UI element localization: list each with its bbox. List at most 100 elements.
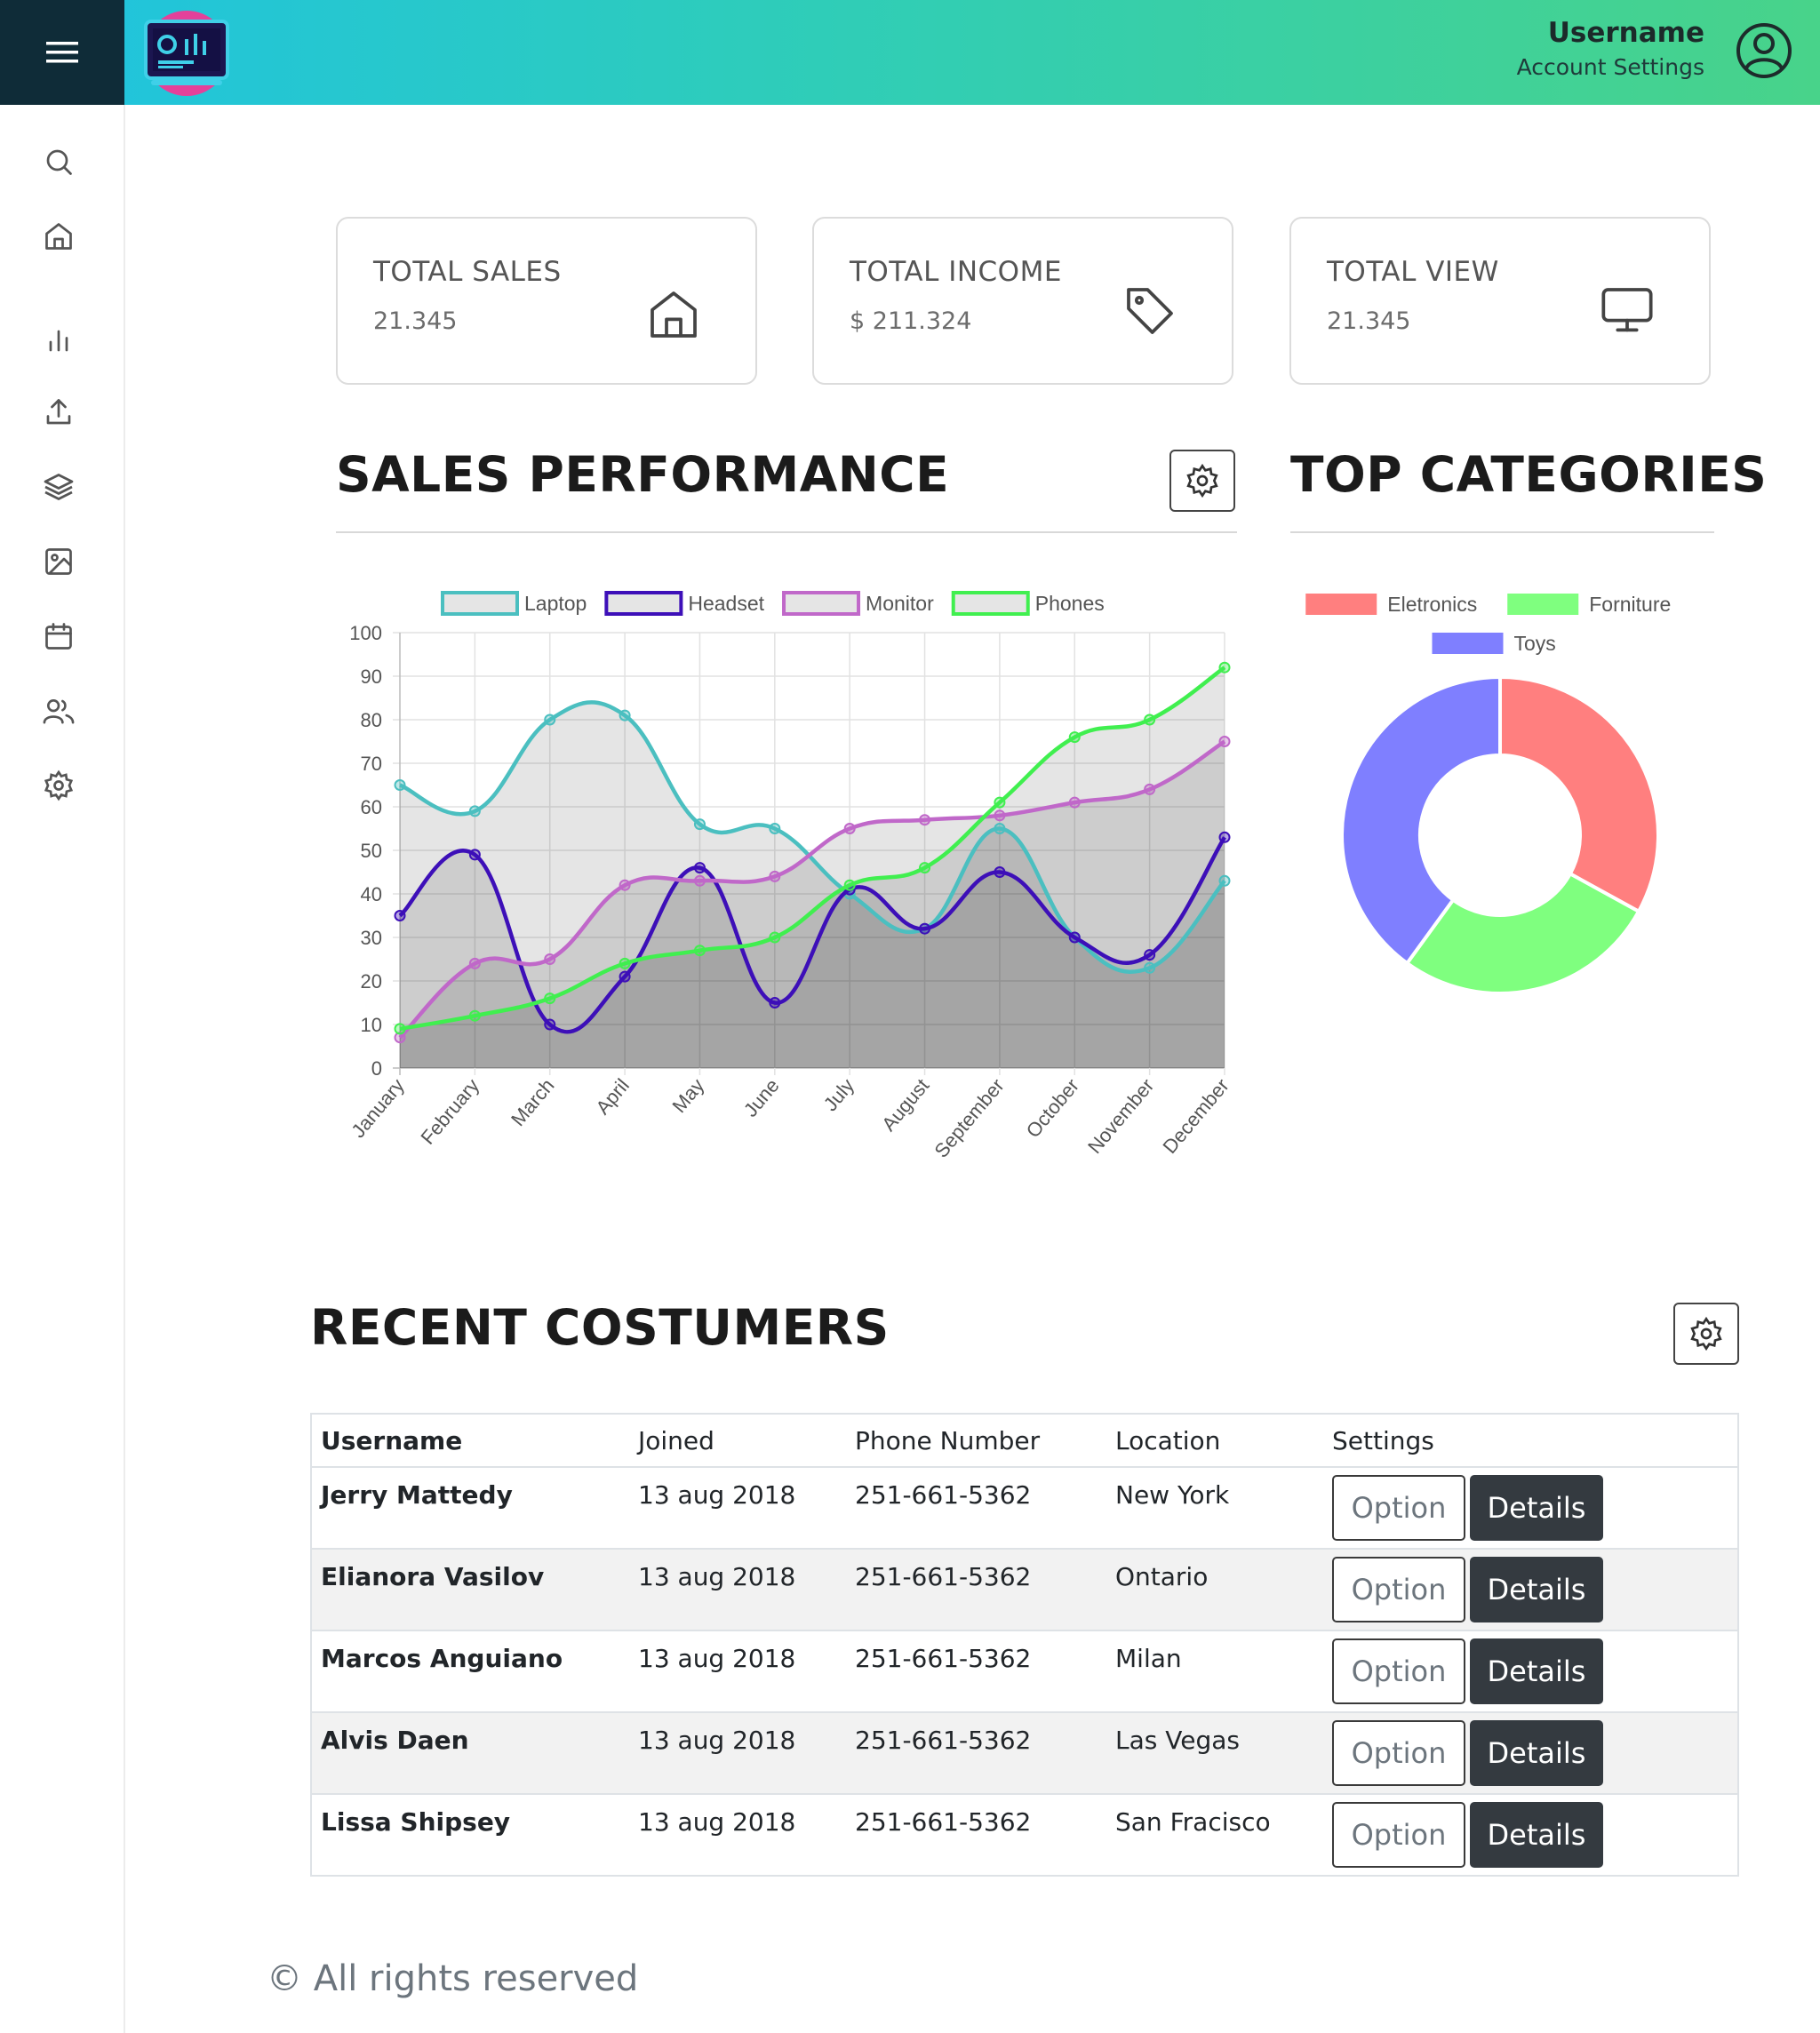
total-sales-card: TOTAL SALES 21.345 [336,217,757,385]
option-button[interactable]: Option [1332,1475,1465,1541]
column-header-phone: Phone Number [846,1414,1106,1468]
data-point [769,823,781,834]
data-point [843,879,856,891]
data-point [994,823,1006,834]
customer-phone: 251-661-5362 [846,1630,1106,1712]
customers-settings-button[interactable] [1673,1303,1739,1365]
data-point [693,874,706,887]
data-point [994,809,1006,822]
customer-name: Jerry Mattedy [311,1466,629,1549]
option-button[interactable]: Option [1332,1720,1465,1786]
calendar-icon[interactable] [39,617,78,656]
sidebar [0,105,125,2033]
x-tick-label: October [1022,1074,1083,1142]
top-bar: Username Account Settings [0,0,1820,105]
data-point [693,818,706,831]
card-value: 21.345 [373,307,458,335]
x-tick-label: September [930,1074,1008,1162]
legend-item-laptop: Laptop [441,591,587,616]
dashboard-logo[interactable] [142,9,231,98]
details-button[interactable]: Details [1470,1802,1603,1868]
search-icon[interactable] [39,142,78,181]
data-point [919,814,931,826]
top-categories-title: TOP CATEGORIES [1290,446,1768,503]
x-tick-label: March [507,1074,558,1130]
legend-swatch [441,591,519,616]
x-tick-label: April [591,1074,633,1119]
data-point [994,866,1006,878]
option-button[interactable]: Option [1332,1638,1465,1704]
data-point [769,931,781,944]
recent-customers-title: RECENT COSTUMERS [310,1299,890,1356]
option-button[interactable]: Option [1332,1557,1465,1622]
bar-chart-icon[interactable] [39,320,78,359]
details-button[interactable]: Details [1470,1557,1603,1622]
customer-location: San Fracisco [1106,1793,1323,1876]
customer-location: Ontario [1106,1548,1323,1630]
data-point [919,922,931,935]
data-point [1068,731,1081,744]
data-point [1144,949,1156,961]
legend-label: Phones [1035,592,1105,615]
customer-name: Lissa Shipsey [311,1793,629,1876]
user-avatar-icon[interactable] [1735,21,1793,80]
monitor-icon [1601,288,1653,332]
data-point [544,993,556,1005]
upload-icon[interactable] [39,393,78,432]
x-tick-label: August [877,1074,933,1136]
legend-item-monitor: Monitor [782,591,934,616]
details-button[interactable]: Details [1470,1475,1603,1541]
card-title: TOTAL SALES [373,256,562,288]
settings-icon[interactable] [39,766,78,805]
customer-actions: Option Details [1323,1793,1738,1876]
data-point [544,953,556,965]
data-point [769,997,781,1009]
card-value: $ 211.324 [850,307,972,335]
y-tick-label: 30 [361,927,382,949]
tag-icon [1127,288,1173,334]
details-button[interactable]: Details [1470,1720,1603,1786]
home-icon[interactable] [39,217,78,256]
column-header-location: Location [1106,1414,1323,1468]
option-button[interactable]: Option [1332,1802,1465,1868]
data-point [769,870,781,882]
legend-item-toys: Toys [1432,632,1556,655]
details-button[interactable]: Details [1470,1638,1603,1704]
x-tick-label: January [347,1074,408,1142]
data-point [693,945,706,957]
account-settings-link[interactable]: Account Settings [1517,52,1704,84]
data-point [619,879,631,891]
customer-name: Elianora Vasilov [311,1548,629,1630]
data-point [394,1023,406,1035]
legend-swatch [604,591,683,616]
menu-toggle-button[interactable] [0,0,124,105]
sales-settings-button[interactable] [1169,450,1235,512]
divider [1290,531,1714,533]
customer-joined: 13 aug 2018 [629,1630,846,1712]
legend-swatch [782,591,861,616]
data-point [544,714,556,726]
x-tick-label: May [667,1074,708,1117]
customer-actions: Option Details [1323,1466,1738,1549]
footer-copyright: © All rights reserved [267,1958,639,1999]
data-point [693,862,706,874]
home-icon [651,291,697,338]
legend-item-phones: Phones [951,591,1105,616]
legend-item-headset: Headset [604,591,765,616]
users-icon[interactable] [39,691,78,730]
data-point [468,1009,481,1022]
categories-donut-chart: Eletronics Forniture Toys [1305,593,1671,995]
image-icon[interactable] [39,542,78,581]
user-menu[interactable]: Username Account Settings [1517,14,1704,84]
data-point [1144,783,1156,795]
x-tick-label: February [416,1074,483,1149]
customer-location: Milan [1106,1630,1323,1712]
data-point [619,709,631,722]
layers-icon[interactable] [39,467,78,506]
gear-icon [1690,1316,1722,1351]
customer-actions: Option Details [1323,1630,1738,1712]
legend-swatch [1507,594,1579,615]
data-point [544,1018,556,1031]
customer-joined: 13 aug 2018 [629,1548,846,1630]
data-point [1068,796,1081,809]
